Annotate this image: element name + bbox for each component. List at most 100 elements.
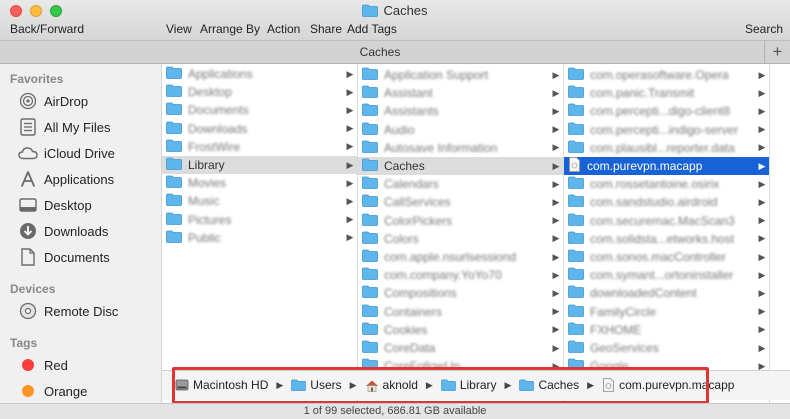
sidebar-item-tag-orange[interactable]: Orange: [18, 380, 87, 402]
list-item[interactable]: com.symant...ortoninstaller ▶: [564, 266, 769, 284]
list-item[interactable]: com.percepti...indigo-server ▶: [564, 121, 769, 139]
list-item[interactable]: com.plausibl...reporter.data ▶: [564, 139, 769, 157]
list-item[interactable]: com.securemac.MacScan3 ▶: [564, 212, 769, 230]
list-item[interactable]: Containers ▶: [358, 303, 563, 321]
folder-icon: [362, 231, 378, 247]
sidebar-item-tag-red[interactable]: Red: [18, 354, 68, 376]
list-item-label: Documents: [188, 103, 249, 118]
list-item-label: com.purevpn.macapp: [587, 159, 703, 173]
list-item-label: Assistant: [384, 86, 433, 101]
list-item[interactable]: Library ▶: [162, 156, 357, 174]
back-forward-button[interactable]: Back/Forward: [10, 22, 84, 36]
folder-icon: [568, 322, 584, 338]
sidebar-item-icloud-drive[interactable]: iCloud Drive: [18, 142, 115, 164]
list-item[interactable]: Downloads ▶: [162, 120, 357, 138]
list-item[interactable]: Caches ▶: [358, 157, 563, 175]
chevron-right-icon: ▶: [552, 233, 560, 244]
list-item[interactable]: com.rossetantoine.osirix ▶: [564, 175, 769, 193]
sidebar: Favorites AirDrop All My Files iCloud Dr…: [0, 64, 162, 403]
list-item-label: com.operasoftware.Opera: [590, 68, 729, 82]
share-button[interactable]: Share: [310, 22, 342, 36]
chevron-right-icon: ▶: [758, 342, 766, 353]
list-item[interactable]: ColorPickers ▶: [358, 212, 563, 230]
chevron-right-icon: ▶: [552, 87, 560, 98]
list-item[interactable]: Application Support ▶: [358, 66, 563, 84]
list-item[interactable]: FXHOME ▶: [564, 321, 769, 339]
list-item[interactable]: Desktop ▶: [162, 83, 357, 101]
sidebar-item-documents[interactable]: Documents: [18, 246, 110, 268]
sidebar-item-airdrop[interactable]: AirDrop: [18, 90, 88, 112]
sidebar-item-label: iCloud Drive: [44, 145, 115, 161]
list-item[interactable]: com.purevpn.macapp ▶: [564, 157, 769, 175]
list-item[interactable]: Audio ▶: [358, 121, 563, 139]
folder-icon: [362, 285, 378, 301]
list-item[interactable]: downloadedContent ▶: [564, 284, 769, 302]
list-item-label: com.sandstudio.airdroid: [590, 195, 718, 210]
add-tags-button[interactable]: Add Tags: [347, 22, 397, 36]
list-item[interactable]: com.solidsta...etworks.host ▶: [564, 230, 769, 248]
folder-icon: [166, 193, 182, 209]
list-item[interactable]: com.sonos.macController ▶: [564, 248, 769, 266]
list-item-label: com.sonos.macController: [590, 250, 727, 264]
view-button[interactable]: View: [166, 22, 192, 36]
sidebar-item-label: Red: [44, 357, 68, 373]
list-item[interactable]: Assistant ▶: [358, 84, 563, 102]
folder-icon: [166, 66, 182, 82]
folder-icon: [166, 84, 182, 100]
list-item[interactable]: com.percepti...digo-client8 ▶: [564, 102, 769, 120]
sidebar-item-desktop[interactable]: Desktop: [18, 194, 92, 216]
search-button[interactable]: Search: [745, 22, 783, 36]
chevron-right-icon: ▶: [758, 287, 766, 298]
path-bar-highlight-annotation: [172, 367, 709, 404]
list-item[interactable]: FrostWire ▶: [162, 138, 357, 156]
list-item[interactable]: Applications ▶: [162, 65, 357, 83]
browser-column-1[interactable]: Applications ▶ Desktop ▶ Documents ▶ Downloads…: [162, 64, 358, 403]
list-item[interactable]: Documents ▶: [162, 101, 357, 119]
list-item[interactable]: CallServices ▶: [358, 193, 563, 211]
list-item[interactable]: com.sandstudio.airdroid ▶: [564, 193, 769, 211]
list-item[interactable]: Public ▶: [162, 229, 357, 247]
list-item[interactable]: Music ▶: [162, 192, 357, 210]
list-item[interactable]: com.panic.Transmit ▶: [564, 84, 769, 102]
list-item[interactable]: Autosave Information ▶: [358, 139, 563, 157]
tag-color-dot: [22, 359, 34, 371]
browser-column-3[interactable]: com.operasoftware.Opera ▶ com.panic.Transm…: [564, 64, 770, 403]
tab-caches[interactable]: Caches: [0, 45, 760, 59]
folder-icon: [362, 176, 378, 192]
list-item[interactable]: Calendars ▶: [358, 175, 563, 193]
list-item-label: Desktop: [188, 85, 233, 100]
list-item-label: Public: [188, 230, 221, 245]
sidebar-item-remote-disc[interactable]: Remote Disc: [18, 300, 118, 322]
list-item[interactable]: com.operasoftware.Opera ▶: [564, 66, 769, 84]
list-item[interactable]: FamilyCircle ▶: [564, 303, 769, 321]
sidebar-header-favorites: Favorites: [10, 72, 64, 86]
list-item[interactable]: Movies ▶: [162, 174, 357, 192]
list-item[interactable]: Assistants ▶: [358, 102, 563, 120]
chevron-right-icon: ▶: [552, 251, 560, 262]
list-item[interactable]: Colors ▶: [358, 230, 563, 248]
list-item[interactable]: Pictures ▶: [162, 211, 357, 229]
action-button[interactable]: Action: [267, 22, 300, 36]
list-item[interactable]: Cookies ▶: [358, 321, 563, 339]
tab-bar: Caches +: [0, 40, 790, 64]
sidebar-item-all-my-files[interactable]: All My Files: [18, 116, 110, 138]
chevron-right-icon: ▶: [346, 104, 354, 115]
cloud-icon: [18, 144, 38, 162]
list-item-label: CoreData: [384, 341, 436, 355]
chevron-right-icon: ▶: [758, 306, 766, 317]
list-item[interactable]: com.apple.nsurlsessiond ▶: [358, 248, 563, 266]
chevron-right-icon: ▶: [346, 232, 354, 243]
sidebar-item-label: Applications: [44, 171, 115, 187]
list-item[interactable]: CoreData ▶: [358, 339, 563, 357]
browser-column-2[interactable]: Application Support ▶ Assistant ▶ Assistants…: [358, 64, 564, 403]
sidebar-item-downloads[interactable]: Downloads: [18, 220, 108, 242]
list-item[interactable]: Compositions ▶: [358, 284, 563, 302]
browser-column-4[interactable]: [770, 64, 790, 403]
arrange-by-button[interactable]: Arrange By: [200, 22, 260, 36]
window-title-text: Caches: [383, 3, 428, 18]
new-tab-button[interactable]: +: [764, 41, 790, 64]
chevron-right-icon: ▶: [552, 160, 560, 171]
list-item[interactable]: com.company.YoYo70 ▶: [358, 266, 563, 284]
list-item[interactable]: GeoServices ▶: [564, 339, 769, 357]
sidebar-item-applications[interactable]: Applications: [18, 168, 114, 190]
